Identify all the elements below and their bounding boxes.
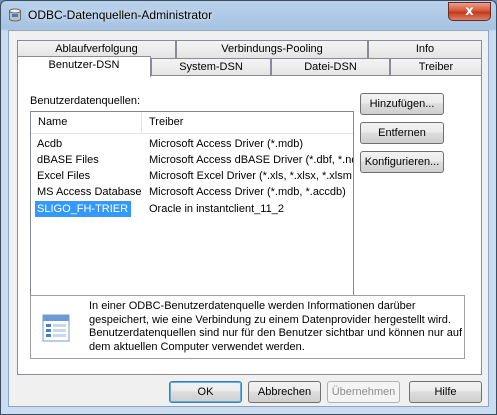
ok-button[interactable]: OK	[169, 381, 242, 403]
tab-verbindungs-pooling[interactable]: Verbindungs-Pooling	[176, 40, 368, 59]
tab-benutzer-dsn[interactable]: Benutzer-DSN	[17, 56, 151, 77]
help-button[interactable]: Hilfe	[409, 381, 482, 403]
configure-button[interactable]: Konfigurieren...	[360, 151, 444, 173]
tab-label: Ablaufverfolgung	[55, 43, 138, 55]
datasource-driver: Oracle in instantclient_11_2	[149, 203, 284, 215]
info-box: In einer ODBC-Benutzerdatenquelle werden…	[30, 295, 465, 359]
datasource-driver: Microsoft Access dBASE Driver (*.dbf, *.…	[149, 154, 353, 166]
list-item-selected[interactable]: SLIGO_FH-TRIER Oracle in instantclient_1…	[31, 201, 353, 217]
datasource-name: dBASE Files	[37, 154, 99, 166]
list-item[interactable]: MS Access Database Microsoft Access Driv…	[31, 184, 353, 200]
tab-label: Treiber	[418, 61, 454, 73]
remove-button[interactable]: Entfernen	[360, 122, 444, 144]
odbc-database-icon	[9, 8, 21, 22]
list-item[interactable]: Acdb Microsoft Access Driver (*.mdb)	[31, 136, 353, 152]
title-bar[interactable]: ODBC-Datenquellen-Administrator x	[1, 1, 496, 29]
dialog-client: Ablaufverfolgung Verbindungs-Pooling Inf…	[8, 30, 489, 407]
apply-button: Übernehmen	[327, 381, 400, 403]
datasource-driver: Microsoft Access Driver (*.mdb, *.accdb)	[149, 186, 346, 198]
datasource-name: MS Access Database	[37, 186, 141, 198]
datasource-name: Excel Files	[37, 170, 91, 182]
tab-label: Benutzer-DSN	[48, 59, 120, 71]
dialog-window: ODBC-Datenquellen-Administrator x Ablauf…	[0, 0, 497, 415]
list-item[interactable]: Excel Files Microsoft Excel Driver (*.xl…	[31, 168, 353, 184]
datasource-driver: Microsoft Excel Driver (*.xls, *.xlsx, *…	[149, 170, 352, 182]
info-description: In einer ODBC-Benutzerdatenquelle werden…	[89, 300, 463, 353]
tab-info[interactable]: Info	[368, 40, 482, 59]
datasource-name: SLIGO_FH-TRIER	[35, 201, 131, 217]
tab-label: Datei-DSN	[304, 61, 357, 73]
list-item[interactable]: dBASE Files Microsoft Access dBASE Drive…	[31, 152, 353, 168]
column-header-driver[interactable]: Treiber	[142, 112, 353, 134]
datasource-driver: Microsoft Access Driver (*.mdb)	[149, 138, 304, 150]
tab-label: Info	[415, 43, 435, 55]
window-title: ODBC-Datenquellen-Administrator	[28, 8, 213, 22]
close-button[interactable]: x	[448, 2, 491, 21]
datasource-list[interactable]: Name Treiber Acdb Microsoft Access Drive…	[30, 111, 354, 315]
datasource-info-icon	[42, 314, 70, 342]
column-header-name[interactable]: Name	[31, 112, 142, 134]
tab-label: System-DSN	[179, 61, 243, 73]
datasource-name: Acdb	[37, 138, 63, 150]
close-icon: x	[465, 4, 474, 19]
add-button[interactable]: Hinzufügen...	[360, 93, 444, 115]
list-header: Name Treiber	[31, 112, 353, 134]
cancel-button[interactable]: Abbrechen	[248, 381, 321, 403]
tab-label: Verbindungs-Pooling	[221, 43, 323, 55]
datasource-list-label: Benutzerdatenquellen:	[30, 95, 141, 107]
